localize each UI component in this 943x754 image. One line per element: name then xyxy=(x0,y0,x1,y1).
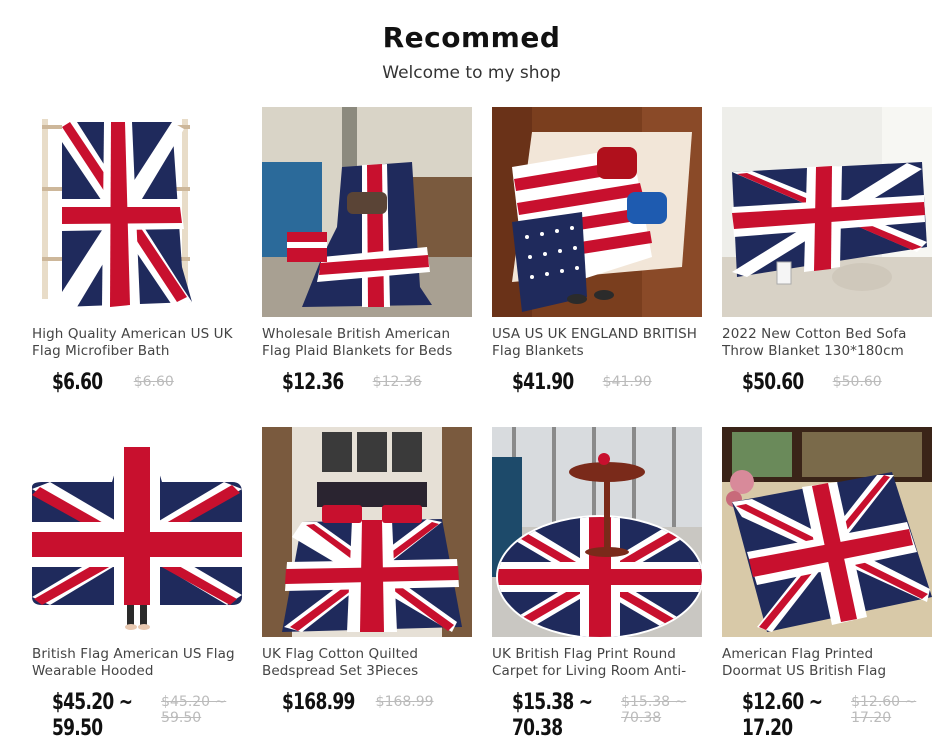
section-title: Recommed xyxy=(382,21,561,54)
sale-price: $50.60 xyxy=(742,370,804,395)
product-name[interactable]: Wholesale British American Flag Plaid Bl… xyxy=(262,326,472,362)
price-row: $6.60 $6.60 xyxy=(52,370,242,396)
union-jack-bedspread-image xyxy=(262,427,472,637)
product-image[interactable] xyxy=(32,107,242,317)
union-jack-sofa-image xyxy=(722,107,932,317)
product-image[interactable] xyxy=(32,427,242,637)
product-name[interactable]: UK Flag Cotton Quilted Bedspread Set 3Pi… xyxy=(262,646,472,682)
product-image[interactable] xyxy=(492,427,702,637)
product-image[interactable] xyxy=(492,107,702,317)
product-name[interactable]: UK British Flag Print Round Carpet for L… xyxy=(492,646,702,682)
original-price: $12.60 ~ 17.20 xyxy=(851,694,917,726)
product-card[interactable]: USA US UK ENGLAND BRITISH Flag Blankets … xyxy=(492,107,702,427)
us-flag-blanket-image xyxy=(492,107,702,317)
product-name[interactable]: American Flag Printed Doormat US British… xyxy=(722,646,932,682)
price-row: $45.20 ~ 59.50 $45.20 ~ 59.50 xyxy=(52,690,242,742)
original-price: $12.36 xyxy=(372,374,422,390)
sale-price: $45.20 ~ 59.50 xyxy=(52,690,133,741)
union-jack-chair-image xyxy=(262,107,472,317)
price-row: $50.60 $50.60 xyxy=(742,370,932,396)
original-price: $15.38 ~ 70.38 xyxy=(621,694,687,726)
product-card[interactable]: American Flag Printed Doormat US British… xyxy=(722,427,932,747)
price-row: $168.99 $168.99 xyxy=(282,690,472,716)
section-subtitle: Welcome to my shop xyxy=(382,63,561,83)
sale-price: $41.90 xyxy=(512,370,574,395)
product-image[interactable] xyxy=(262,427,472,637)
sale-price: $15.38 ~ 70.38 xyxy=(512,690,593,741)
product-card[interactable]: UK Flag Cotton Quilted Bedspread Set 3Pi… xyxy=(262,427,472,747)
product-name[interactable]: USA US UK ENGLAND BRITISH Flag Blankets xyxy=(492,326,702,362)
product-card[interactable]: Wholesale British American Flag Plaid Bl… xyxy=(262,107,472,427)
union-jack-round-carpet-image xyxy=(492,427,702,637)
product-card[interactable]: 2022 New Cotton Bed Sofa Throw Blanket 1… xyxy=(722,107,932,427)
section-heading: Recommed Welcome to my shop xyxy=(0,18,943,84)
union-jack-doormat-image xyxy=(722,427,932,637)
price-row: $41.90 $41.90 xyxy=(512,370,702,396)
product-image[interactable] xyxy=(262,107,472,317)
sale-price: $12.60 ~ 17.20 xyxy=(742,690,823,741)
sale-price: $6.60 xyxy=(52,370,103,395)
product-image[interactable] xyxy=(722,107,932,317)
sale-price: $168.99 xyxy=(282,690,355,715)
union-jack-hooded-image xyxy=(32,427,242,637)
product-recommendation-page: Recommed Welcome to my shop High Quality… xyxy=(0,0,943,754)
sale-price: $12.36 xyxy=(282,370,344,395)
price-row: $12.60 ~ 17.20 $12.60 ~ 17.20 xyxy=(742,690,932,742)
original-price: $168.99 xyxy=(375,694,434,710)
product-name[interactable]: 2022 New Cotton Bed Sofa Throw Blanket 1… xyxy=(722,326,932,362)
original-price: $41.90 xyxy=(602,374,652,390)
product-card[interactable]: High Quality American US UK Flag Microfi… xyxy=(32,107,242,427)
product-name[interactable]: British Flag American US Flag Wearable H… xyxy=(32,646,242,682)
price-row: $12.36 $12.36 xyxy=(282,370,472,396)
union-jack-blanket-image xyxy=(32,107,242,317)
product-card[interactable]: British Flag American US Flag Wearable H… xyxy=(32,427,242,747)
price-row: $15.38 ~ 70.38 $15.38 ~ 70.38 xyxy=(512,690,702,742)
product-name[interactable]: High Quality American US UK Flag Microfi… xyxy=(32,326,242,362)
original-price: $45.20 ~ 59.50 xyxy=(161,694,227,726)
product-card[interactable]: UK British Flag Print Round Carpet for L… xyxy=(492,427,702,747)
product-image[interactable] xyxy=(722,427,932,637)
original-price: $6.60 xyxy=(133,374,174,390)
original-price: $50.60 xyxy=(832,374,882,390)
